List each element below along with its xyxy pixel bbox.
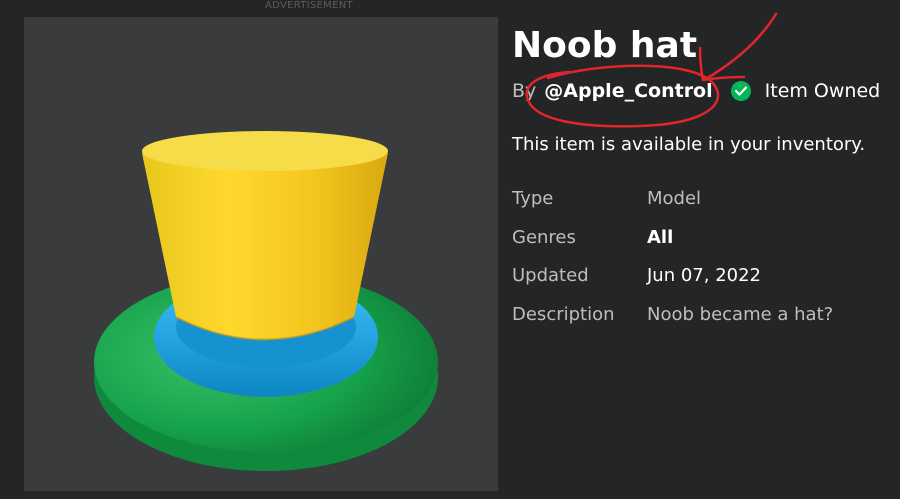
item-title: Noob hat — [512, 25, 698, 66]
hat-model-image — [94, 131, 438, 471]
item-owned-badge: Item Owned — [730, 79, 881, 103]
description-value: Noob became a hat? — [647, 304, 834, 325]
check-circle-icon — [730, 81, 751, 101]
genres-value[interactable]: All — [647, 226, 673, 250]
updated-label: Updated — [512, 265, 589, 286]
creator-byline: By @Apple_Control Item Owned — [512, 79, 880, 103]
type-label: Type — [512, 188, 554, 209]
creator-link[interactable]: @Apple_Control — [544, 79, 712, 103]
annotation-arrowhead — [698, 46, 746, 82]
annotation-arrow — [702, 12, 778, 82]
availability-text: This item is available in your inventory… — [512, 134, 866, 155]
by-prefix: By — [512, 80, 537, 102]
updated-value: Jun 07, 2022 — [647, 265, 762, 286]
type-value: Model — [647, 188, 702, 209]
genres-label: Genres — [512, 227, 576, 248]
item-thumbnail[interactable] — [24, 17, 498, 491]
description-label: Description — [512, 304, 615, 325]
advertisement-label: ADVERTISEMENT — [265, 0, 353, 11]
item-owned-label: Item Owned — [764, 80, 881, 102]
